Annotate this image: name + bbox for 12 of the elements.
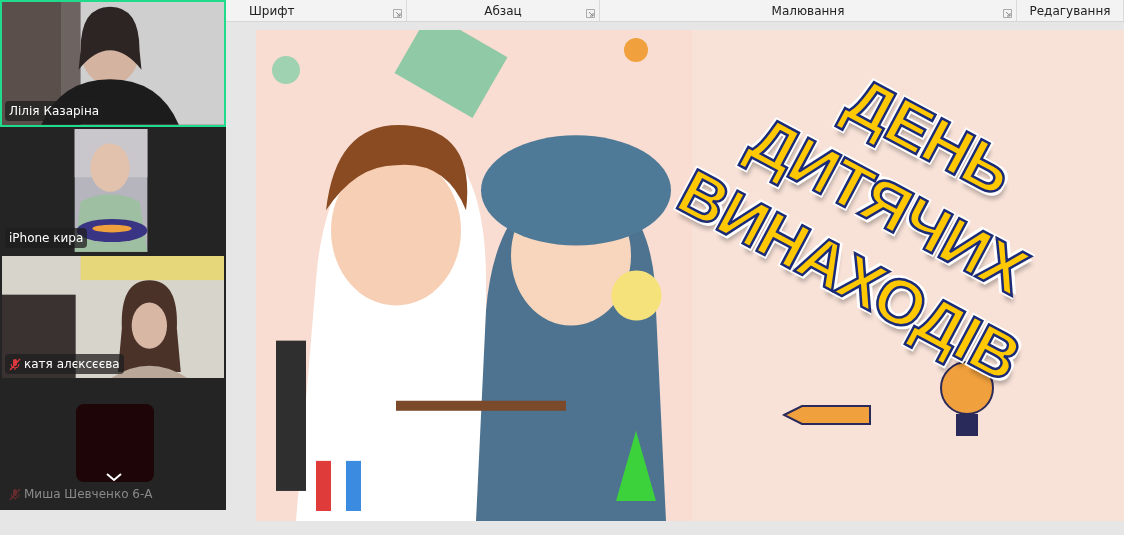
dialog-launcher-icon[interactable] xyxy=(586,9,595,18)
participant-name: iPhone кира xyxy=(9,229,84,247)
group-label: Шрифт xyxy=(249,2,295,20)
dialog-launcher-icon[interactable] xyxy=(1003,9,1012,18)
chevron-down-icon[interactable] xyxy=(106,473,122,482)
dialog-launcher-icon[interactable] xyxy=(393,9,402,18)
participant-name: Лілія Казаріна xyxy=(9,102,100,120)
participant-name: Миша Шевченко 6-А xyxy=(24,486,153,503)
group-label: Редагування xyxy=(1029,2,1111,20)
group-label: Абзац xyxy=(484,2,522,20)
group-label: Малювання xyxy=(771,2,845,20)
participant-name: катя алєксєєва xyxy=(24,356,120,374)
